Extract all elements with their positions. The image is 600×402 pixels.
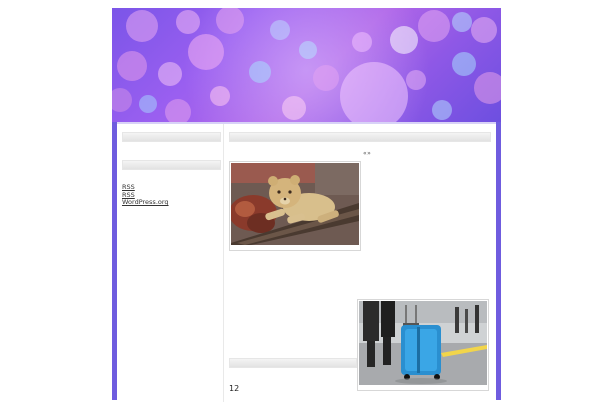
post-title-bar	[229, 358, 357, 368]
suitcase-picture	[359, 301, 487, 385]
sidebar-widget-title-bar	[122, 160, 221, 170]
page-frame: RSS RSS WordPress.org «» 12	[112, 8, 501, 402]
column-divider	[223, 124, 224, 402]
content-area: RSS RSS WordPress.org «» 12	[117, 122, 496, 402]
suitcase-image[interactable]	[357, 299, 489, 391]
post-title-bar	[229, 132, 491, 142]
bokeh-background	[112, 8, 501, 122]
post-marker: «»	[363, 150, 372, 157]
header-banner	[112, 8, 501, 122]
lion-cub-picture	[229, 163, 359, 245]
wordpress-org-link[interactable]: WordPress.org	[122, 199, 169, 207]
page-number: 12	[229, 384, 240, 393]
sidebar-widget-title-bar	[122, 132, 221, 142]
lion-cub-image[interactable]	[229, 161, 361, 251]
sidebar-links: RSS RSS WordPress.org	[122, 183, 169, 207]
